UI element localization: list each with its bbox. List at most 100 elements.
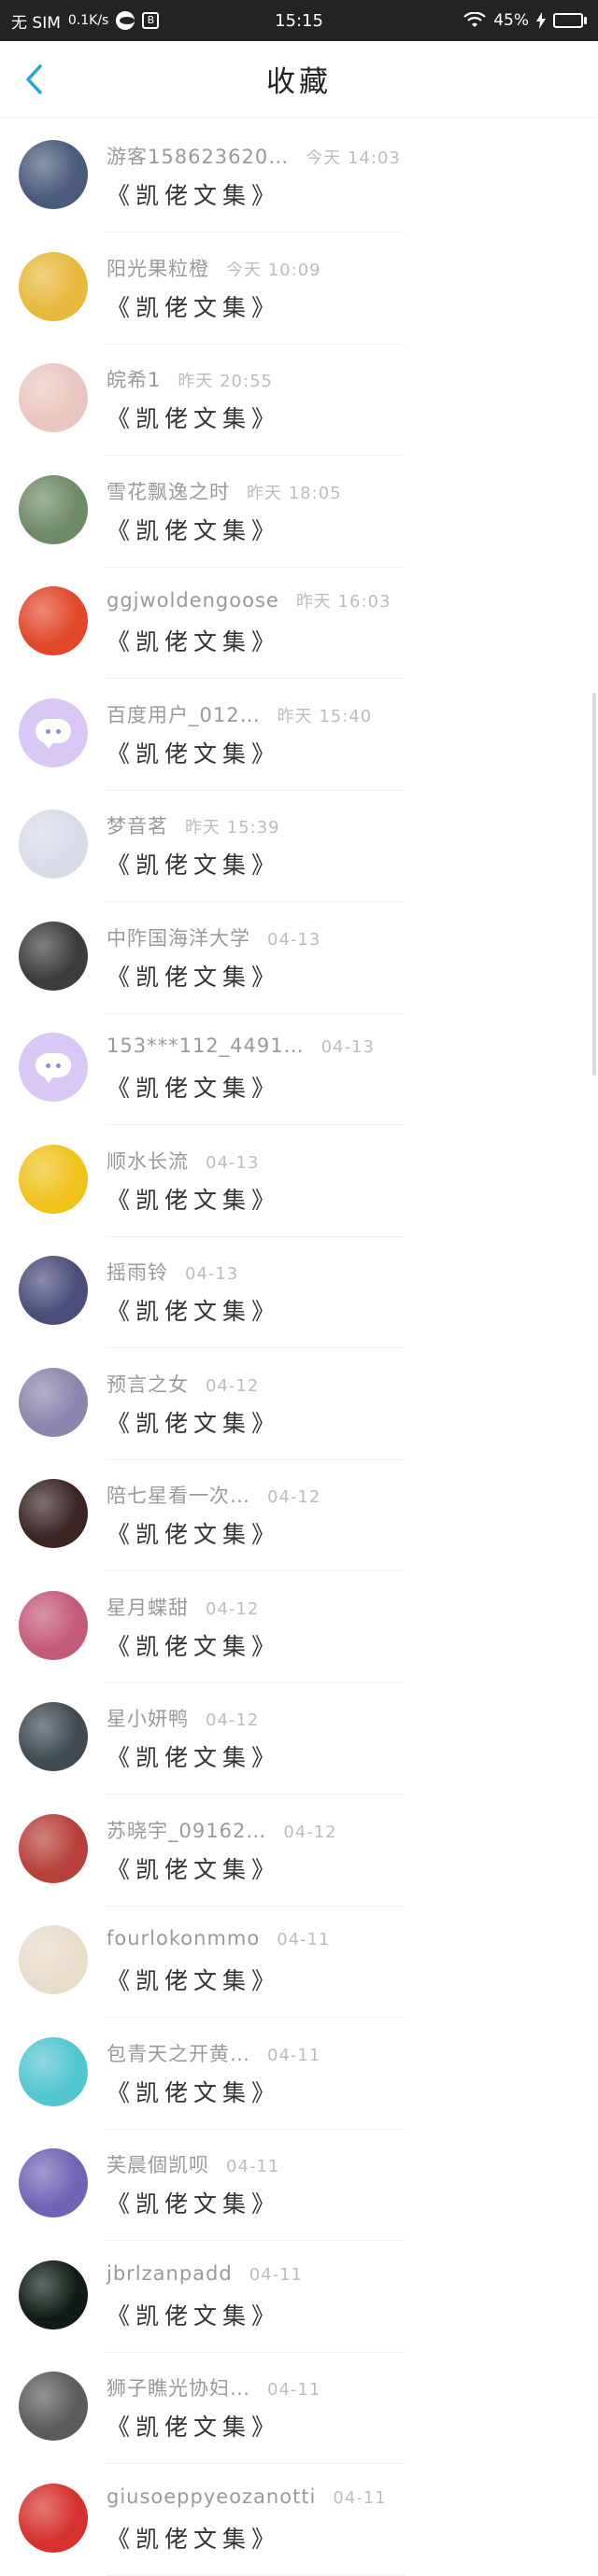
avatar[interactable] xyxy=(19,1925,88,1994)
list-item[interactable]: 顺水长流04-13《凯佬文集》 xyxy=(0,1126,598,1238)
list-item[interactable]: 苏晓宇_09162…04-12《凯佬文集》 xyxy=(0,1795,598,1907)
username[interactable]: 包青天之开黄… xyxy=(107,2039,250,2067)
charging-icon xyxy=(536,12,546,29)
collection-title[interactable]: 《凯佬文集》 xyxy=(107,736,280,769)
avatar[interactable] xyxy=(19,809,88,879)
username[interactable]: 百度用户_012… xyxy=(107,700,261,728)
back-button[interactable] xyxy=(13,58,54,101)
collection-title[interactable]: 《凯佬文集》 xyxy=(107,177,280,211)
collection-title[interactable]: 《凯佬文集》 xyxy=(107,1182,280,1216)
list-item[interactable]: 梦音茗昨天 15:39《凯佬文集》 xyxy=(0,791,598,903)
collection-title[interactable]: 《凯佬文集》 xyxy=(107,1405,280,1439)
collection-title[interactable]: 《凯佬文集》 xyxy=(107,513,280,546)
list-item[interactable]: 星月蝶甜04-12《凯佬文集》 xyxy=(0,1572,598,1684)
username[interactable]: 游客158623620… xyxy=(107,142,289,170)
list-item[interactable]: 狮子瞧光协妇… 04-11 《凯佬文集》 xyxy=(0,2353,598,2465)
avatar[interactable] xyxy=(19,1368,88,1437)
avatar[interactable] xyxy=(19,2260,88,2330)
avatar[interactable] xyxy=(19,1145,88,1214)
avatar[interactable] xyxy=(19,2372,88,2441)
collection-title[interactable]: 《凯佬文集》 xyxy=(107,289,280,323)
avatar[interactable] xyxy=(19,2037,88,2106)
collection-title[interactable]: 《凯佬文集》 xyxy=(107,1628,280,1662)
collection-title[interactable]: 《凯佬文集》 xyxy=(107,1516,280,1550)
list-item[interactable]: 阳光果粒橙今天 10:09《凯佬文集》 xyxy=(0,233,598,345)
username[interactable]: 芙晨個凯呗 xyxy=(107,2150,209,2178)
list-item[interactable]: 中阼国海洋大学 04-13 《凯佬文集》 xyxy=(0,903,598,1015)
collection-title[interactable]: 《凯佬文集》 xyxy=(107,2186,280,2219)
scrollbar[interactable] xyxy=(592,693,596,1076)
username[interactable]: 阳光果粒橙 xyxy=(107,254,209,282)
avatar[interactable] xyxy=(19,586,88,655)
avatar[interactable] xyxy=(19,698,88,767)
list-item[interactable]: giusoeppyeozanotti04-11《凯佬文集》 xyxy=(0,2465,598,2576)
list-item[interactable]: 雪花飘逸之时昨天 18:05《凯佬文集》 xyxy=(0,457,598,569)
avatar[interactable] xyxy=(19,252,88,321)
collection-title[interactable]: 《凯佬文集》 xyxy=(107,847,280,880)
collection-title[interactable]: 《凯佬文集》 xyxy=(107,624,280,657)
avatar[interactable] xyxy=(19,1256,88,1325)
username[interactable]: 153***112_4491… xyxy=(107,1035,305,1057)
username[interactable]: 梦音茗 xyxy=(107,811,168,839)
username[interactable]: giusoeppyeozanotti xyxy=(107,2485,316,2508)
list-item[interactable]: 芙晨個凯呗04-11《凯佬文集》 xyxy=(0,2130,598,2242)
avatar[interactable] xyxy=(19,363,88,432)
username[interactable]: 中阼国海洋大学 xyxy=(107,923,250,951)
collection-title[interactable]: 《凯佬文集》 xyxy=(107,2075,280,2108)
avatar[interactable] xyxy=(19,2148,88,2217)
username[interactable]: 星小妍鸭 xyxy=(107,1704,189,1732)
username[interactable]: jbrlzanpadd xyxy=(107,2262,233,2285)
username[interactable]: 苏晓宇_09162… xyxy=(107,1816,266,1844)
collection-title[interactable]: 《凯佬文集》 xyxy=(107,959,280,992)
avatar[interactable] xyxy=(19,2484,88,2553)
avatar[interactable] xyxy=(19,1814,88,1883)
item-meta: 星小妍鸭04-12 xyxy=(107,1704,259,1732)
list-item[interactable]: 153***112_4491…04-13《凯佬文集》 xyxy=(0,1014,598,1126)
username[interactable]: 雪花飘逸之时 xyxy=(107,477,230,505)
username[interactable]: 星月蝶甜 xyxy=(107,1593,189,1621)
collection-title[interactable]: 《凯佬文集》 xyxy=(107,2409,280,2442)
list-item[interactable]: 包青天之开黄…04-11《凯佬文集》 xyxy=(0,2019,598,2131)
list-item[interactable]: fourlokonmmo04-11 《凯佬文集》 xyxy=(0,1907,598,2019)
list-item[interactable]: 陪七星看一次…04-12 《凯佬文集》 xyxy=(0,1460,598,1572)
list-item[interactable]: 皖希1昨天 20:55《凯佬文集》 xyxy=(0,345,598,457)
list-item[interactable]: 预言之女04-12《凯佬文集》 xyxy=(0,1349,598,1461)
carrier-text: 无 SIM xyxy=(11,9,61,33)
collection-title[interactable]: 《凯佬文集》 xyxy=(107,1293,280,1327)
username[interactable]: ggjwoldengoose xyxy=(107,589,279,612)
collection-title[interactable]: 《凯佬文集》 xyxy=(107,2298,280,2331)
username[interactable]: 顺水长流 xyxy=(107,1147,189,1175)
list-item[interactable]: 游客158623620…今天 14:03《凯佬文集》 xyxy=(0,121,598,233)
avatar[interactable] xyxy=(19,1479,88,1548)
avatar[interactable] xyxy=(19,1702,88,1771)
timestamp: 04-11 xyxy=(267,2380,320,2400)
item-meta: fourlokonmmo04-11 xyxy=(107,1927,331,1955)
username[interactable]: 预言之女 xyxy=(107,1370,189,1398)
collection-title[interactable]: 《凯佬文集》 xyxy=(107,1851,280,1885)
collection-title[interactable]: 《凯佬文集》 xyxy=(107,1739,280,1773)
avatar[interactable] xyxy=(19,475,88,544)
list-item[interactable]: 星小妍鸭04-12 《凯佬文集》 xyxy=(0,1683,598,1795)
collection-title[interactable]: 《凯佬文集》 xyxy=(107,401,280,434)
timestamp: 04-13 xyxy=(267,930,320,950)
collection-title[interactable]: 《凯佬文集》 xyxy=(107,1070,280,1104)
username[interactable]: 狮子瞧光协妇… xyxy=(107,2373,250,2401)
avatar[interactable] xyxy=(19,1033,88,1102)
list-item[interactable]: jbrlzanpadd04-11《凯佬文集》 xyxy=(0,2242,598,2354)
username[interactable]: fourlokonmmo xyxy=(107,1927,260,1950)
list-item[interactable]: 百度用户_012…昨天 15:40《凯佬文集》 xyxy=(0,680,598,792)
avatar[interactable] xyxy=(19,1591,88,1660)
list-item[interactable]: ggjwoldengoose昨天 16:03《凯佬文集》 xyxy=(0,568,598,680)
collection-title[interactable]: 《凯佬文集》 xyxy=(107,2521,280,2555)
list-item[interactable]: 摇雨铃 04-13 《凯佬文集》 xyxy=(0,1237,598,1349)
username[interactable]: 陪七星看一次… xyxy=(107,1481,250,1509)
item-meta: 陪七星看一次…04-12 xyxy=(107,1481,320,1509)
network-speed: 0.1K/s xyxy=(68,13,108,28)
username[interactable]: 摇雨铃 xyxy=(107,1258,168,1286)
collection-title[interactable]: 《凯佬文集》 xyxy=(107,1963,280,1996)
avatar[interactable] xyxy=(19,922,88,991)
item-meta: 中阼国海洋大学 04-13 xyxy=(107,923,320,951)
avatar[interactable] xyxy=(19,140,88,209)
username[interactable]: 皖希1 xyxy=(107,365,161,393)
timestamp: 04-13 xyxy=(185,1264,238,1284)
